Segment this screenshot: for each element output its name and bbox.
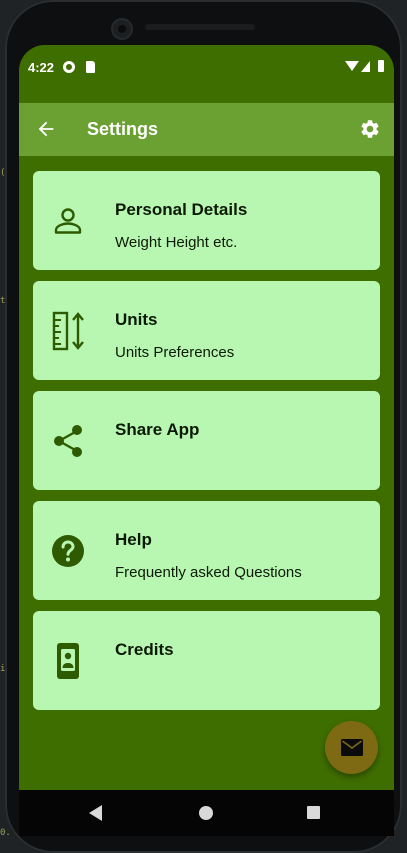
settings-list: Personal Details Weight Height etc. Unit… [33,171,380,721]
front-camera [111,18,133,40]
earpiece-speaker [145,24,255,30]
badge-icon [57,643,79,679]
background-code-fragment: 0. [0,828,11,838]
sd-card-icon [86,61,95,73]
system-navigation-bar [19,790,394,836]
nav-home-icon[interactable] [199,806,213,820]
nav-recents-icon[interactable] [307,806,320,819]
wifi-icon [345,61,359,71]
person-icon [54,208,82,234]
cellular-signal-icon [361,61,370,72]
card-label: Personal Details [115,200,248,219]
card-label: Help [115,530,152,549]
app-bar: Settings [19,103,394,156]
help-icon [52,535,84,567]
settings-card-help[interactable]: Help Frequently asked Questions [33,501,380,600]
settings-card-credits[interactable]: Credits [33,611,380,710]
page-title: Settings [87,119,159,139]
battery-icon [378,60,384,72]
notification-icon [63,61,75,73]
card-subtitle: Units Preferences [115,344,235,361]
status-time: 4:22 [28,60,55,75]
app-screen: 4:22 Settings Personal Details Weight He… [19,45,394,790]
settings-card-personal-details[interactable]: Personal Details Weight Height etc. [33,171,380,270]
ruler-icon [52,311,84,351]
status-bar: 4:22 [19,45,394,101]
settings-card-units[interactable]: Units Units Preferences [33,281,380,380]
card-subtitle: Frequently asked Questions [115,564,302,581]
card-label: Units [115,310,158,329]
card-label: Credits [115,640,174,659]
gear-icon[interactable] [359,118,381,140]
email-icon [341,739,363,756]
share-icon [54,425,82,457]
camera-bar [105,12,285,42]
card-label: Share App [115,420,200,439]
nav-back-icon[interactable] [89,805,102,821]
settings-card-share-app[interactable]: Share App [33,391,380,490]
card-subtitle: Weight Height etc. [115,234,238,251]
back-arrow-icon[interactable] [35,118,57,140]
email-fab-button[interactable] [325,721,378,774]
